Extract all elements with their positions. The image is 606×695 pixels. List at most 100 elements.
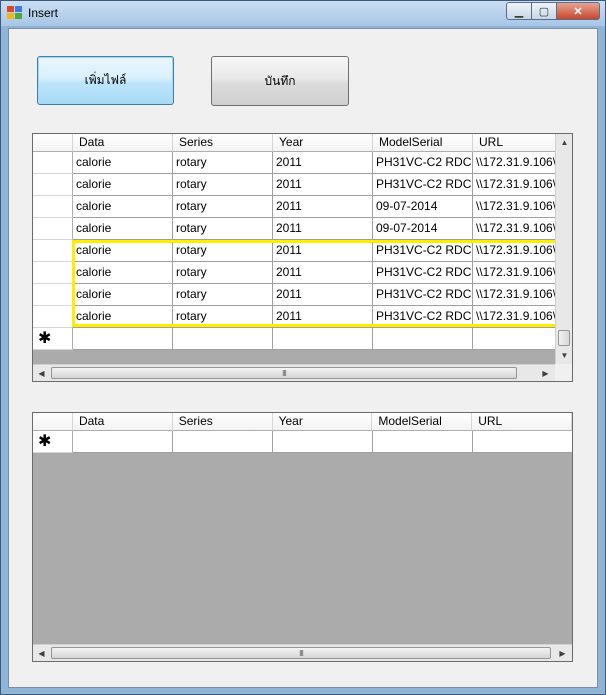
row-header[interactable] [33,174,73,196]
row-header[interactable] [33,306,73,328]
table-row[interactable]: calorie rotary 2011 09-07-2014 \\172.31.9.10… [33,196,571,218]
grid-bottom-header: Data Series Year ModelSerial URL [33,413,572,431]
column-header-modelserial[interactable]: ModelSerial [372,413,473,431]
column-header-data[interactable]: Data [73,134,173,152]
close-button[interactable]: ✕ [557,2,600,20]
cell-data[interactable]: calorie [73,152,173,174]
maximize-button[interactable]: ▢ [532,2,557,20]
cell-data[interactable]: calorie [73,218,173,240]
new-row-marker-icon: ✱ [33,431,73,453]
row-header-corner [33,134,73,152]
row-header[interactable] [33,284,73,306]
table-row[interactable]: calorie rotary 2011 09-07-2014 \\172.31.9.10… [33,218,571,240]
new-row[interactable]: ✱ [33,431,572,453]
close-icon: ✕ [573,5,583,18]
cell-data[interactable]: calorie [73,284,173,306]
horizontal-scrollbar-top[interactable]: ◀ III ▶ [33,364,555,381]
table-cell[interactable] [373,328,473,350]
cell-series[interactable]: rotary [173,174,273,196]
cell-data[interactable]: calorie [73,174,173,196]
cell-series[interactable]: rotary [173,196,273,218]
table-row[interactable]: calorie rotary 2011 PH31VC-C2 RDC... \\172.3… [33,240,571,262]
minimize-button[interactable]: ▁ [506,2,532,20]
cell-year[interactable]: 2011 [273,152,373,174]
cell-modelserial[interactable]: 09-07-2014 [373,218,473,240]
column-header-year[interactable]: Year [272,413,373,431]
grid-top-header: Data Series Year ModelSerial URL [33,134,571,152]
cell-series[interactable]: rotary [173,262,273,284]
column-header-series[interactable]: Series [173,134,273,152]
column-header-year[interactable]: Year [273,134,373,152]
table-row[interactable]: calorie rotary 2011 PH31VC-C2 RDC... \\172.3… [33,284,571,306]
table-cell[interactable] [373,431,473,453]
cell-data[interactable]: calorie [73,262,173,284]
cell-series[interactable]: rotary [173,218,273,240]
cell-modelserial[interactable]: PH31VC-C2 RDC... [373,174,473,196]
row-header[interactable] [33,152,73,174]
maximize-icon: ▢ [538,5,550,18]
horizontal-scroll-thumb[interactable]: III [51,367,517,379]
insert-window: Insert ▁ ▢ ✕ เพิ่มไฟล์ บันทึก Data Serie… [0,0,606,695]
row-header[interactable] [33,218,73,240]
cell-series[interactable]: rotary [173,240,273,262]
table-cell[interactable] [73,328,173,350]
column-header-url[interactable]: URL [472,413,572,431]
vertical-scrollbar-top[interactable]: ▲ ▼ [555,134,572,364]
scrollbar-corner [555,364,572,381]
cell-year[interactable]: 2011 [273,196,373,218]
cell-data[interactable]: calorie [73,196,173,218]
table-row[interactable]: calorie rotary 2011 PH31VC-C2 RDC... \\172.3… [33,262,571,284]
save-button[interactable]: บันทึก [211,56,349,106]
data-grid-bottom[interactable]: Data Series Year ModelSerial URL ✱ ◀ III… [32,412,573,662]
data-grid-top[interactable]: Data Series Year ModelSerial URL calorie… [32,133,573,382]
scroll-left-icon[interactable]: ◀ [33,365,50,381]
cell-year[interactable]: 2011 [273,240,373,262]
row-header[interactable] [33,240,73,262]
app-icon [7,6,23,20]
cell-series[interactable]: rotary [173,284,273,306]
scroll-up-icon[interactable]: ▲ [556,134,572,150]
scroll-right-icon[interactable]: ▶ [537,365,554,381]
cell-series[interactable]: rotary [173,306,273,328]
row-header[interactable] [33,262,73,284]
table-cell[interactable] [73,431,173,453]
cell-modelserial[interactable]: PH31VC-C2 RDC... [373,152,473,174]
table-cell[interactable] [173,328,273,350]
cell-year[interactable]: 2011 [273,284,373,306]
table-row[interactable]: calorie rotary 2011 PH31VC-C2 RDC... \\172.3… [33,174,571,196]
cell-series[interactable]: rotary [173,152,273,174]
table-cell[interactable] [273,328,373,350]
column-header-data[interactable]: Data [72,413,173,431]
table-row[interactable]: calorie rotary 2011 PH31VC-C2 RDC... \\172.3… [33,306,571,328]
new-row-marker-icon: ✱ [33,328,73,350]
new-row[interactable]: ✱ [33,328,571,350]
cell-year[interactable]: 2011 [273,174,373,196]
cell-modelserial[interactable]: PH31VC-C2 RDC... [373,262,473,284]
row-header[interactable] [33,196,73,218]
cell-year[interactable]: 2011 [273,218,373,240]
cell-modelserial[interactable]: PH31VC-C2 RDC... [373,284,473,306]
table-row[interactable]: calorie rotary 2011 PH31VC-C2 RDC... \\172.3… [33,152,571,174]
cell-data[interactable]: calorie [73,306,173,328]
scroll-down-icon[interactable]: ▼ [556,347,572,363]
form-client-area: เพิ่มไฟล์ บันทึก Data Series Year ModelS… [8,28,598,688]
cell-modelserial[interactable]: PH31VC-C2 RDC... [373,240,473,262]
cell-modelserial[interactable]: 09-07-2014 [373,196,473,218]
table-cell[interactable] [173,431,273,453]
title-bar[interactable]: Insert ▁ ▢ ✕ [1,1,605,26]
cell-data[interactable]: calorie [73,240,173,262]
cell-year[interactable]: 2011 [273,306,373,328]
table-cell[interactable] [473,431,572,453]
table-cell[interactable] [273,431,373,453]
scroll-right-icon[interactable]: ▶ [554,645,571,661]
add-file-button[interactable]: เพิ่มไฟล์ [37,56,174,105]
column-header-modelserial[interactable]: ModelSerial [373,134,473,152]
window-title: Insert [28,6,59,20]
horizontal-scrollbar-bottom[interactable]: ◀ III ▶ [33,644,572,661]
cell-modelserial[interactable]: PH31VC-C2 RDC... [373,306,473,328]
vertical-scroll-thumb[interactable] [558,330,570,346]
horizontal-scroll-thumb[interactable]: III [51,647,551,659]
scroll-left-icon[interactable]: ◀ [33,645,50,661]
column-header-series[interactable]: Series [172,413,273,431]
cell-year[interactable]: 2011 [273,262,373,284]
